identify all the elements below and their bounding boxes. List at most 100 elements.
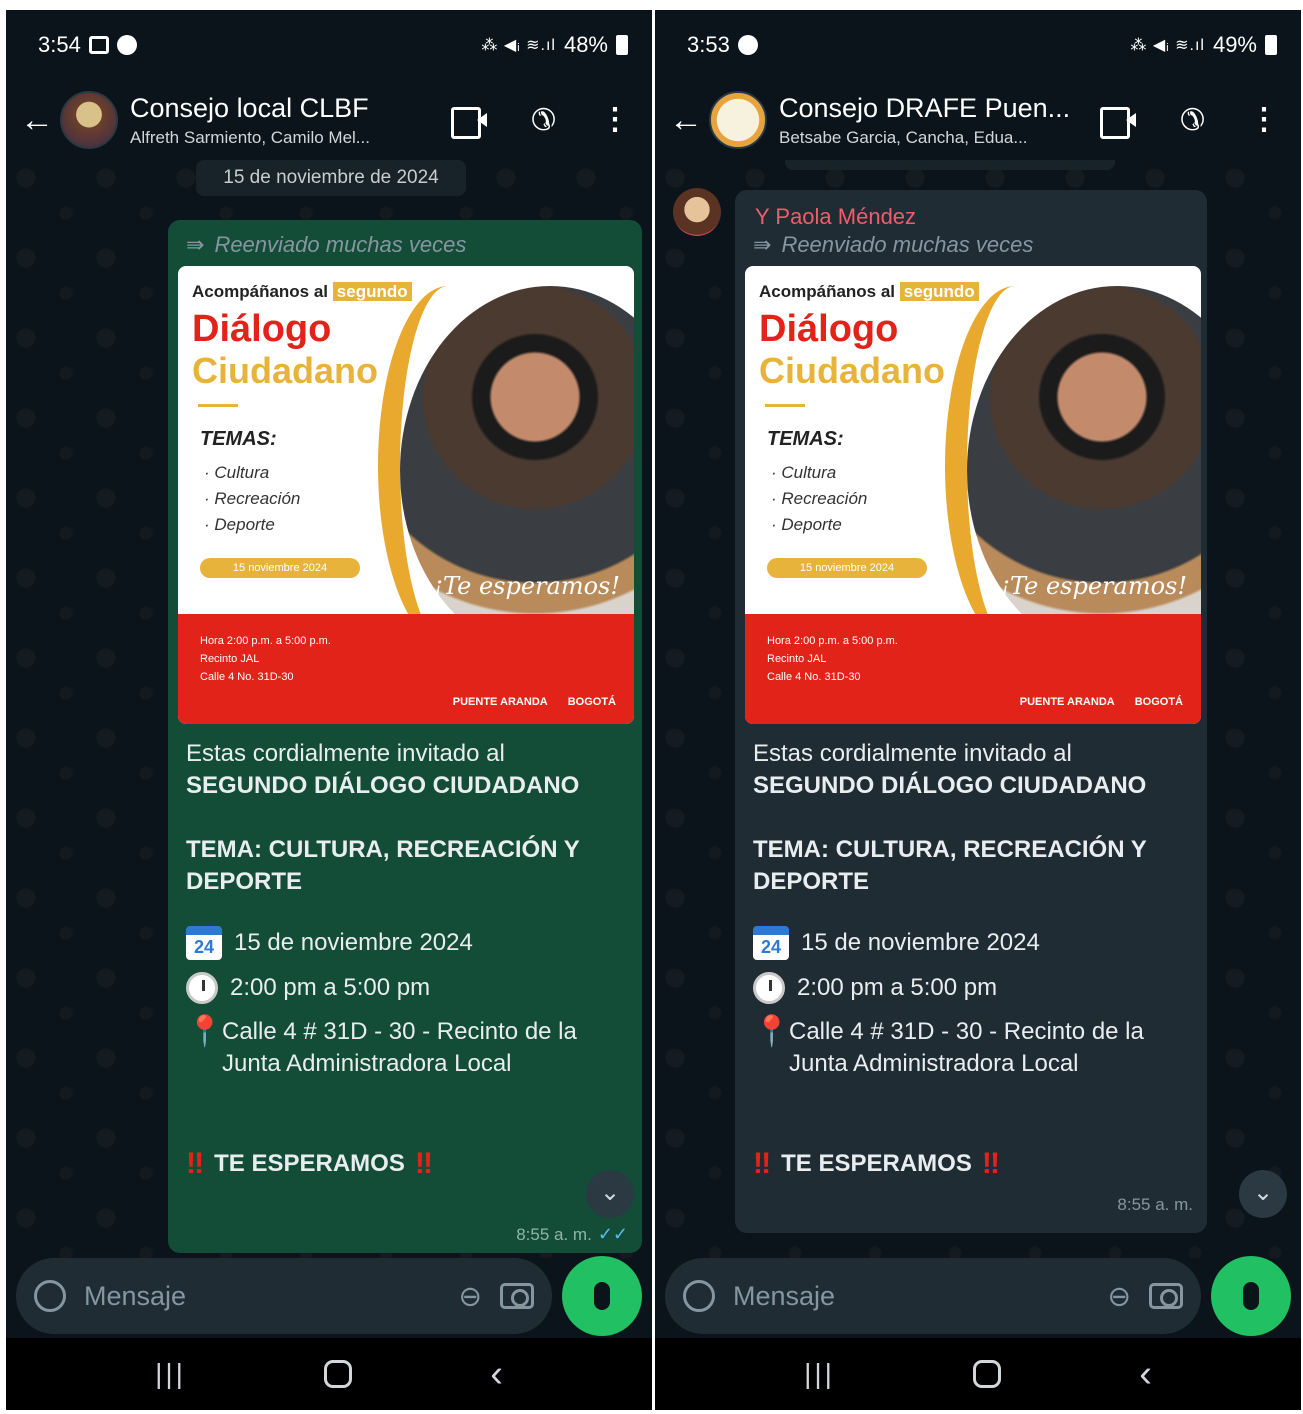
recent-apps-icon[interactable]: ||| bbox=[155, 1358, 186, 1390]
forwarded-many-times-icon: ⇛ bbox=[186, 232, 205, 257]
flyer-title-line2: Ciudadano bbox=[192, 350, 378, 391]
chat-title-block[interactable]: Consejo DRAFE Puen... Betsabe Garcia, Ca… bbox=[779, 93, 1100, 148]
chat-header: ← Consejo local CLBF Alfreth Sarmiento, … bbox=[6, 80, 652, 160]
previous-message-edge bbox=[785, 160, 1115, 170]
gallery-notification-icon bbox=[88, 36, 109, 54]
message-timestamp: 8:55 a. m. bbox=[1117, 1195, 1193, 1214]
chat-title: Consejo local CLBF bbox=[130, 92, 369, 123]
recent-apps-icon[interactable]: ||| bbox=[804, 1358, 835, 1390]
camera-icon[interactable] bbox=[1149, 1283, 1183, 1309]
pushpin-icon: 📍 bbox=[753, 1015, 791, 1048]
message-bubble-incoming[interactable]: Y Paola Méndez ⇛ Reenviado muchas veces … bbox=[735, 190, 1207, 1233]
android-nav-bar: ||| ‹ bbox=[6, 1338, 652, 1410]
video-call-icon[interactable] bbox=[450, 107, 487, 139]
messenger-notification-icon bbox=[116, 35, 137, 55]
attach-icon[interactable]: ⊘ bbox=[1099, 1276, 1139, 1316]
flyer-welcome: ¡Te esperamos! bbox=[1000, 572, 1187, 600]
message-text: Estas cordialmente invitado al SEGUNDO D… bbox=[745, 724, 1197, 1180]
voice-call-icon[interactable]: ✆ bbox=[531, 103, 556, 138]
voice-message-button[interactable] bbox=[562, 1256, 642, 1336]
chat-participants: Betsabe Garcia, Cancha, Edua... bbox=[779, 127, 1028, 147]
read-receipt-icon: ✓✓ bbox=[597, 1224, 628, 1244]
home-icon[interactable] bbox=[324, 1360, 353, 1388]
double-exclamation-icon: ‼ bbox=[981, 1147, 1000, 1180]
message-text: Estas cordialmente invitado al SEGUNDO D… bbox=[178, 724, 632, 1180]
video-call-icon[interactable] bbox=[1099, 107, 1136, 139]
flyer-title-line2: Ciudadano bbox=[759, 350, 945, 391]
forwarded-text: Reenviado muchas veces bbox=[214, 232, 467, 257]
forwarded-label: ⇛ Reenviado muchas veces bbox=[186, 232, 632, 258]
home-icon[interactable] bbox=[973, 1360, 1002, 1388]
android-nav-bar: ||| ‹ bbox=[655, 1338, 1301, 1410]
flyer-date-pill: 15 noviembre 2024 bbox=[767, 558, 927, 578]
message-composer: Mensaje ⊘ bbox=[665, 1256, 1291, 1336]
battery-percent: 48% bbox=[563, 32, 608, 57]
flyer-event-info: Hora 2:00 p.m. a 5:00 p.m. Recinto JAL C… bbox=[200, 635, 331, 683]
battery-icon bbox=[616, 35, 628, 55]
calendar-icon: 24 bbox=[186, 926, 222, 960]
double-exclamation-icon: ‼ bbox=[414, 1147, 433, 1180]
status-bar: 3:53 ⁂ ◀ᵢ ≋.ıl 49% bbox=[655, 10, 1301, 80]
logo-bogota: BOGOTÁ bbox=[567, 696, 616, 708]
flyer-temas-list: · Cultura · Recreación · Deporte bbox=[204, 463, 301, 534]
message-placeholder[interactable]: Mensaje bbox=[733, 1281, 1090, 1312]
status-bar: 3:54 ⁂ ◀ᵢ ≋.ıl 48% bbox=[6, 10, 652, 80]
flyer-temas-label: TEMAS: bbox=[767, 428, 844, 450]
messenger-notification-icon bbox=[737, 35, 758, 55]
flyer-image[interactable]: Acompáñanos al segundo Diálogo Ciudadano… bbox=[178, 266, 634, 724]
closing-line: ‼ TE ESPERAMOS ‼ bbox=[186, 1147, 433, 1180]
logo-alcaldia: PUENTE ARANDA bbox=[1019, 696, 1115, 708]
message-composer: Mensaje ⊘ bbox=[16, 1256, 642, 1336]
flyer-title-line1: Diálogo bbox=[759, 308, 899, 350]
calendar-icon: 24 bbox=[753, 926, 789, 960]
flyer-date-pill: 15 noviembre 2024 bbox=[200, 558, 360, 578]
emoji-icon[interactable] bbox=[683, 1280, 715, 1312]
flyer-temas-list: · Cultura · Recreación · Deporte bbox=[771, 463, 868, 534]
camera-icon[interactable] bbox=[500, 1283, 534, 1309]
flyer-intro: Acompáñanos al segundo bbox=[759, 282, 979, 302]
more-options-icon[interactable]: ⋮ bbox=[1249, 105, 1279, 135]
sender-avatar[interactable] bbox=[673, 188, 721, 236]
message-bubble-outgoing[interactable]: ⇛ Reenviado muchas veces Acompáñanos al … bbox=[168, 220, 642, 1253]
voice-call-icon[interactable]: ✆ bbox=[1180, 103, 1205, 138]
flyer-image[interactable]: Acompáñanos al segundo Diálogo Ciudadano… bbox=[745, 266, 1201, 724]
double-exclamation-icon: ‼ bbox=[753, 1147, 772, 1180]
microphone-icon bbox=[1243, 1282, 1259, 1310]
sender-name[interactable]: Y Paola Méndez bbox=[755, 204, 1197, 230]
signal-icons: ⁂ ◀ᵢ ≋.ıl bbox=[1130, 37, 1205, 54]
voice-message-button[interactable] bbox=[1211, 1256, 1291, 1336]
flyer-intro: Acompáñanos al segundo bbox=[192, 282, 412, 302]
more-options-icon[interactable]: ⋮ bbox=[600, 105, 630, 135]
scroll-down-icon[interactable]: ⌄ bbox=[1239, 1170, 1287, 1218]
forwarded-label: ⇛ Reenviado muchas veces bbox=[753, 232, 1197, 258]
group-avatar[interactable] bbox=[60, 91, 118, 149]
group-avatar[interactable] bbox=[709, 91, 767, 149]
nav-back-icon[interactable]: ‹ bbox=[490, 1353, 503, 1396]
status-time: 3:54 bbox=[38, 32, 81, 57]
back-arrow-icon[interactable]: ← bbox=[20, 101, 54, 140]
back-arrow-icon[interactable]: ← bbox=[669, 101, 703, 140]
forwarded-many-times-icon: ⇛ bbox=[753, 232, 772, 257]
pushpin-icon: 📍 bbox=[186, 1015, 224, 1048]
battery-icon bbox=[1265, 35, 1277, 55]
chat-title-block[interactable]: Consejo local CLBF Alfreth Sarmiento, Ca… bbox=[130, 93, 451, 148]
battery-percent: 49% bbox=[1212, 32, 1257, 57]
emoji-icon[interactable] bbox=[34, 1280, 66, 1312]
closing-line: ‼ TE ESPERAMOS ‼ bbox=[753, 1147, 1000, 1180]
clock-icon bbox=[186, 972, 218, 1004]
signal-icons: ⁂ ◀ᵢ ≋.ıl bbox=[481, 37, 556, 54]
right-phone-screen: 3:53 ⁂ ◀ᵢ ≋.ıl 49% ← Consejo DRAFE Puen.… bbox=[655, 10, 1301, 1410]
flyer-event-info: Hora 2:00 p.m. a 5:00 p.m. Recinto JAL C… bbox=[767, 635, 898, 683]
nav-back-icon[interactable]: ‹ bbox=[1139, 1353, 1152, 1396]
chat-title: Consejo DRAFE Puen... bbox=[779, 92, 1071, 123]
flyer-temas-label: TEMAS: bbox=[200, 428, 277, 450]
scroll-down-icon[interactable]: ⌄ bbox=[586, 1170, 634, 1218]
flyer-divider bbox=[198, 404, 238, 407]
message-placeholder[interactable]: Mensaje bbox=[84, 1281, 441, 1312]
status-time: 3:53 bbox=[687, 32, 730, 57]
flyer-logos: PUENTE ARANDA BOGOTÁ bbox=[1020, 696, 1183, 708]
flyer-logos: PUENTE ARANDA BOGOTÁ bbox=[453, 696, 616, 708]
message-input[interactable]: Mensaje ⊘ bbox=[16, 1258, 552, 1334]
attach-icon[interactable]: ⊘ bbox=[450, 1276, 490, 1316]
message-input[interactable]: Mensaje ⊘ bbox=[665, 1258, 1201, 1334]
